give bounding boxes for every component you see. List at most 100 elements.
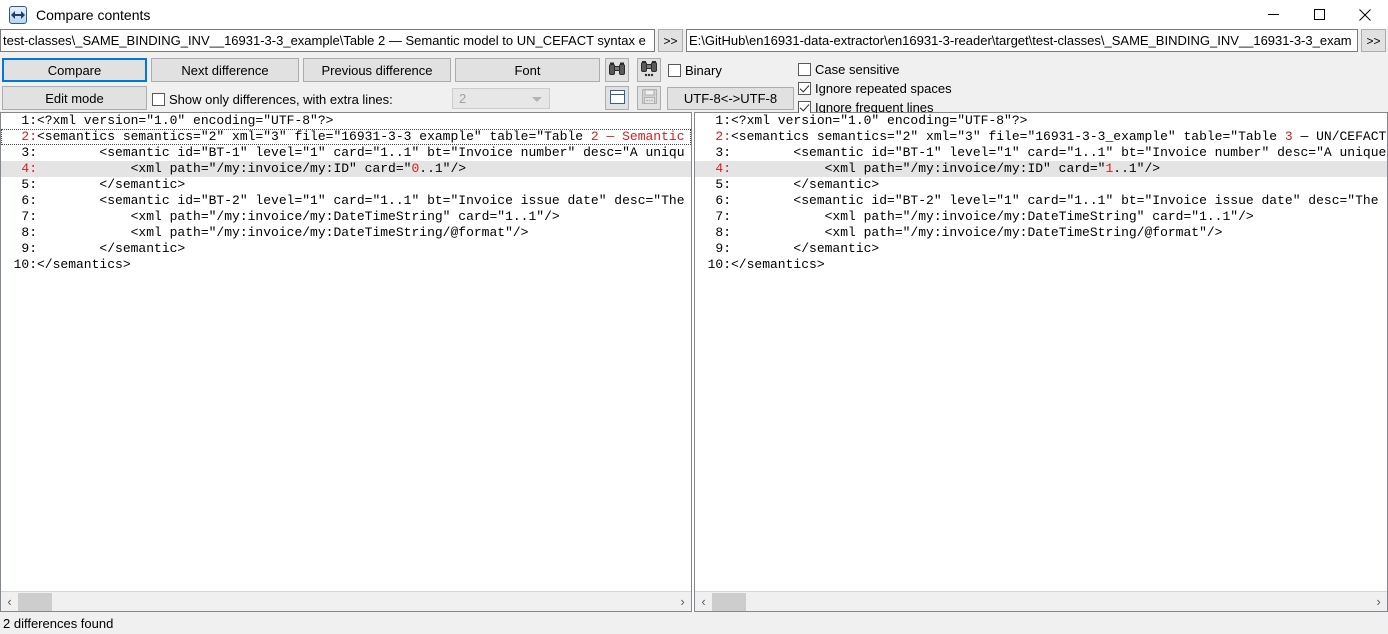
case-sensitive-checkbox-box <box>798 63 811 76</box>
right-file-path-value: E:\GitHub\en16931-data-extractor\en16931… <box>689 33 1352 48</box>
left-scroll-right-arrow[interactable]: › <box>674 594 691 609</box>
line-text: <xml path="/my:invoice/my:DateTimeString… <box>731 225 1387 241</box>
binary-checkbox-box <box>668 64 681 77</box>
line-text: <semantic id="BT-2" level="1" card="1..1… <box>37 193 691 209</box>
extra-lines-select[interactable]: 2 <box>452 88 550 109</box>
left-scroll-track[interactable] <box>18 592 674 611</box>
find-button[interactable] <box>605 58 629 82</box>
binary-checkbox[interactable]: Binary <box>668 63 722 78</box>
right-scroll-track[interactable] <box>712 592 1370 611</box>
text-token: </semantics> <box>37 257 131 272</box>
code-line[interactable]: 10: </semantics> <box>695 257 1387 273</box>
line-text: </semantic> <box>37 177 691 193</box>
code-line[interactable]: 1: <?xml version="1.0" encoding="UTF-8"?> <box>1 113 691 129</box>
line-text: <?xml version="1.0" encoding="UTF-8"?> <box>731 113 1387 129</box>
code-line[interactable]: 5: </semantic> <box>1 177 691 193</box>
diff-token: 2 — Semantic <box>590 129 685 144</box>
text-token: <semantic id="BT-1" level="1" card="1..1… <box>37 145 685 160</box>
code-line[interactable]: 8: <xml path="/my:invoice/my:DateTimeStr… <box>695 225 1387 241</box>
status-bar: 2 differences found <box>0 612 1388 634</box>
minimize-button[interactable] <box>1250 0 1296 29</box>
code-line[interactable]: 1: <?xml version="1.0" encoding="UTF-8"?> <box>695 113 1387 129</box>
status-text: 2 differences found <box>3 615 114 631</box>
line-number: 1: <box>21 113 37 128</box>
text-token: <xml path="/my:invoice/my:DateTimeString… <box>731 225 1223 240</box>
line-text: </semantic> <box>37 241 691 257</box>
line-number: 3: <box>715 145 731 160</box>
line-text: </semantic> <box>731 241 1387 257</box>
code-line[interactable]: 6: <semantic id="BT-2" level="1" card="1… <box>695 193 1387 209</box>
compare-button[interactable]: Compare <box>2 58 147 82</box>
code-line[interactable]: 8: <xml path="/my:invoice/my:DateTimeStr… <box>1 225 691 241</box>
line-number: 6: <box>715 193 731 208</box>
text-token: <semantics semantics="2" xml="3" file="1… <box>731 129 1285 144</box>
text-token: <?xml version="1.0" encoding="UTF-8"?> <box>37 113 334 128</box>
maximize-button[interactable] <box>1296 0 1342 29</box>
left-file-path-input[interactable]: test-classes\_SAME_BINDING_INV__16931-3-… <box>0 29 655 52</box>
encoding-button[interactable]: UTF-8<->UTF-8 <box>667 87 794 110</box>
left-browse-button[interactable]: >> <box>658 29 683 52</box>
case-sensitive-checkbox[interactable]: Case sensitive <box>798 62 900 77</box>
right-horizontal-scrollbar[interactable]: ‹ › <box>695 591 1387 611</box>
right-file-path-input[interactable]: E:\GitHub\en16931-data-extractor\en16931… <box>686 29 1358 52</box>
text-token: </semantic> <box>731 177 880 192</box>
text-token: <semantic id="BT-2" level="1" card="1..1… <box>731 193 1379 208</box>
window-title: Compare contents <box>36 6 151 23</box>
right-scroll-right-arrow[interactable]: › <box>1370 594 1387 609</box>
code-line[interactable]: 5: </semantic> <box>695 177 1387 193</box>
code-line[interactable]: 9: </semantic> <box>1 241 691 257</box>
line-number: 4: <box>21 161 37 176</box>
show-only-differences-label: Show only differences, with extra lines: <box>169 92 393 107</box>
font-button[interactable]: Font <box>455 58 600 82</box>
previous-difference-button[interactable]: Previous difference <box>303 58 451 82</box>
save-button[interactable] <box>637 86 661 110</box>
left-horizontal-scrollbar[interactable]: ‹ › <box>1 591 691 611</box>
diff-panes: 1: <?xml version="1.0" encoding="UTF-8"?>… <box>0 112 1388 612</box>
text-token: ..1"/> <box>419 161 467 176</box>
ignore-repeated-spaces-label: Ignore repeated spaces <box>815 81 952 96</box>
left-scroll-left-arrow[interactable]: ‹ <box>1 594 18 609</box>
line-text: <xml path="/my:invoice/my:ID" card="1..1… <box>731 161 1387 177</box>
right-browse-button[interactable]: >> <box>1361 29 1386 52</box>
text-token: <semantic id="BT-1" level="1" card="1..1… <box>731 145 1387 160</box>
view-pane-button[interactable] <box>605 86 629 110</box>
code-line[interactable]: 2: <semantics semantics="2" xml="3" file=… <box>1 129 691 145</box>
right-scroll-left-arrow[interactable]: ‹ <box>695 594 712 609</box>
code-line[interactable]: 6: <semantic id="BT-2" level="1" card="1… <box>1 193 691 209</box>
line-number: 8: <box>21 225 37 240</box>
left-code-area[interactable]: 1: <?xml version="1.0" encoding="UTF-8"?>… <box>1 113 691 591</box>
close-button[interactable] <box>1342 0 1388 29</box>
show-only-differences-checkbox[interactable]: Show only differences, with extra lines: <box>152 92 393 107</box>
right-diff-pane: 1: <?xml version="1.0" encoding="UTF-8"?>… <box>694 112 1388 612</box>
line-number: 8: <box>715 225 731 240</box>
left-scroll-thumb[interactable] <box>18 592 52 611</box>
code-line[interactable]: 3: <semantic id="BT-1" level="1" card="1… <box>695 145 1387 161</box>
right-code-area[interactable]: 1: <?xml version="1.0" encoding="UTF-8"?>… <box>695 113 1387 591</box>
ignore-repeated-spaces-checkbox[interactable]: Ignore repeated spaces <box>798 81 952 96</box>
compare-contents-window: Compare contents test-classes\_SAME_BIND… <box>0 0 1388 634</box>
code-line[interactable]: 7: <xml path="/my:invoice/my:DateTimeStr… <box>1 209 691 225</box>
line-number: 9: <box>21 241 37 256</box>
code-line[interactable]: 10: </semantics> <box>1 257 691 273</box>
code-line[interactable]: 7: <xml path="/my:invoice/my:DateTimeStr… <box>695 209 1387 225</box>
compare-arrows-icon <box>9 5 27 24</box>
code-line[interactable]: 9: </semantic> <box>695 241 1387 257</box>
edit-mode-button[interactable]: Edit mode <box>2 86 147 110</box>
line-text: </semantics> <box>731 257 1387 273</box>
next-difference-button[interactable]: Next difference <box>151 58 299 82</box>
find-next-button[interactable] <box>637 58 661 82</box>
code-line[interactable]: 4: <xml path="/my:invoice/my:ID" card="1… <box>695 161 1387 177</box>
code-line[interactable]: 3: <semantic id="BT-1" level="1" card="1… <box>1 145 691 161</box>
right-scroll-thumb[interactable] <box>712 592 746 611</box>
code-line[interactable]: 2: <semantics semantics="2" xml="3" file=… <box>695 129 1387 145</box>
left-diff-pane: 1: <?xml version="1.0" encoding="UTF-8"?>… <box>0 112 692 612</box>
line-text: <xml path="/my:invoice/my:DateTimeString… <box>731 209 1387 225</box>
line-text: <semantic id="BT-2" level="1" card="1..1… <box>731 193 1387 209</box>
line-number: 7: <box>21 209 37 224</box>
line-number: 5: <box>715 177 731 192</box>
line-text: <semantics semantics="2" xml="3" file="1… <box>37 129 691 145</box>
left-file-path-value: test-classes\_SAME_BINDING_INV__16931-3-… <box>3 33 646 48</box>
line-number: 7: <box>715 209 731 224</box>
binoculars-icon <box>609 62 625 79</box>
code-line[interactable]: 4: <xml path="/my:invoice/my:ID" card="0… <box>1 161 691 177</box>
